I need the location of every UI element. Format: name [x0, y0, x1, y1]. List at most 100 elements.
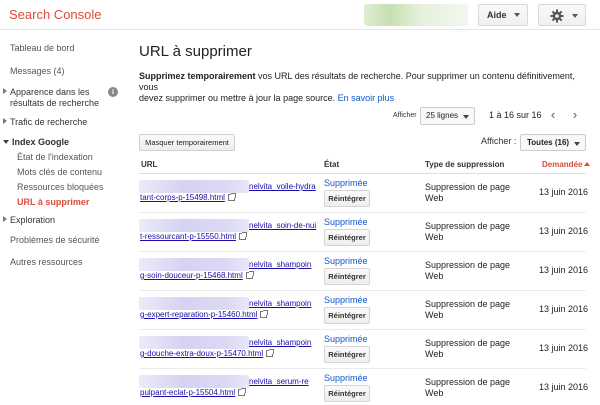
url-link-text: pulpant-eclat-p-15504.html [140, 388, 236, 397]
url-link[interactable]: pulpant-eclat-p-15504.html [140, 388, 247, 397]
hide-temporarily-button[interactable]: Masquer temporairement [139, 134, 235, 151]
rows-per-page-value: 25 lignes [426, 111, 459, 120]
column-header-state[interactable]: État [324, 160, 339, 169]
sidebar-item-label: Trafic de recherche [10, 117, 88, 127]
reinstate-button[interactable]: Réintégrer [324, 190, 370, 207]
url-link[interactable]: t-ressourcant-p-15550.html [140, 232, 248, 241]
sidebar-item-content-keywords[interactable]: Mots clés de contenu [17, 167, 102, 178]
url-link[interactable]: nelvita_shampoin [249, 260, 311, 269]
url-link[interactable]: g-soin-douceur-p-15468.html [140, 271, 254, 280]
url-domain-redacted [139, 219, 249, 232]
rows-per-page-select[interactable]: 25 lignes [420, 107, 475, 125]
external-link-icon[interactable] [227, 193, 236, 201]
url-link[interactable]: nelvita_voile-hydra [249, 182, 316, 191]
requested-date: 13 juin 2016 [539, 226, 589, 236]
chevron-right-icon [3, 118, 7, 124]
chevron-down-icon [572, 14, 578, 18]
url-link[interactable]: g-douche-extra-doux-p-15470.html [140, 349, 275, 358]
url-link[interactable]: g-expert-reparation-p-15460.html [140, 310, 269, 319]
sidebar-item-search-appearance[interactable]: Apparence dans les résultats de recherch… [3, 87, 100, 109]
page-title: URL à supprimer [139, 43, 252, 60]
sidebar: Tableau de bord Messages (4) Apparence d… [0, 31, 128, 405]
state-removed: Supprimée [324, 295, 368, 305]
pagination-range: 1 à 16 sur 16 [489, 110, 542, 120]
sidebar-item-messages[interactable]: Messages (4) [10, 66, 65, 77]
removal-type: Suppression de page Web [425, 377, 511, 398]
external-link-icon[interactable] [266, 349, 275, 357]
sidebar-item-blocked-resources[interactable]: Ressources bloquées [17, 182, 104, 193]
url-link[interactable]: nelvita_shampoin [249, 338, 311, 347]
table-row: nelvita_soin-de-nui t-ressourcant-p-15550… [139, 213, 589, 252]
next-page-button[interactable]: › [568, 106, 582, 124]
settings-button[interactable] [538, 4, 586, 26]
url-link[interactable]: nelvita_shampoin [249, 299, 311, 308]
state-removed: Supprimée [324, 334, 368, 344]
info-icon[interactable]: i [108, 87, 118, 97]
column-header-url[interactable]: URL [141, 160, 157, 169]
filter-select[interactable]: Toutes (16) [520, 134, 586, 151]
external-link-icon[interactable] [260, 310, 269, 318]
chevron-right-icon [3, 216, 7, 222]
url-domain-redacted [139, 258, 249, 271]
sidebar-item-dashboard[interactable]: Tableau de bord [10, 43, 75, 54]
external-link-icon[interactable] [245, 271, 254, 279]
external-link-icon[interactable] [238, 388, 247, 396]
removal-type: Suppression de page Web [425, 260, 511, 281]
chevron-down-icon [574, 142, 580, 146]
state-removed: Supprimée [324, 256, 368, 266]
url-link[interactable]: tant-corps-p-15498.html [140, 193, 236, 202]
table-row: nelvita_shampoin g-douche-extra-doux-p-15… [139, 330, 589, 369]
removal-type: Suppression de page Web [425, 182, 511, 203]
url-link-text: t-ressourcant-p-15550.html [140, 232, 237, 241]
table-row: nelvita_voile-hydra tant-corps-p-15498.ht… [139, 174, 588, 213]
url-link[interactable]: nelvita_soin-de-nui [249, 221, 316, 230]
reinstate-button[interactable]: Réintégrer [324, 307, 370, 324]
url-link-text: g-soin-douceur-p-15468.html [140, 271, 243, 280]
url-domain-redacted [139, 180, 249, 193]
gear-icon [550, 9, 564, 23]
sidebar-item-label: Apparence dans les [10, 87, 90, 97]
url-link-text: g-expert-reparation-p-15460.html [140, 310, 258, 319]
filter-label: Afficher : [481, 136, 517, 146]
sidebar-item-label: résultats de recherche [10, 98, 100, 108]
search-console-logo[interactable]: Search Console [9, 7, 102, 22]
column-header-requested[interactable]: Demandée [542, 160, 591, 169]
chevron-right-icon [3, 88, 7, 94]
sidebar-item-search-traffic[interactable]: Trafic de recherche [3, 117, 88, 128]
column-header-label: Demandée [542, 160, 583, 169]
reinstate-button[interactable]: Réintégrer [324, 346, 370, 363]
requested-date: 13 juin 2016 [539, 265, 589, 275]
requested-date: 13 juin 2016 [539, 343, 589, 353]
reinstate-button[interactable]: Réintégrer [324, 229, 370, 246]
chevron-down-icon [514, 13, 520, 17]
sidebar-item-index-status[interactable]: État de l'indexation [17, 152, 93, 163]
requested-date: 13 juin 2016 [539, 304, 589, 314]
reinstate-button[interactable]: Réintégrer [324, 385, 370, 402]
description-bold: Supprimez temporairement [139, 71, 256, 81]
previous-page-button[interactable]: ‹ [546, 106, 560, 124]
rows-per-page-label: Afficher [393, 112, 417, 119]
column-header-type[interactable]: Type de suppression [425, 160, 504, 169]
sidebar-item-remove-urls[interactable]: URL à supprimer [17, 197, 89, 208]
removal-type: Suppression de page Web [425, 299, 511, 320]
sidebar-item-label: Exploration [10, 215, 56, 225]
sidebar-item-google-index[interactable]: Index Google [3, 137, 69, 148]
top-bar: Search Console Aide [0, 0, 600, 30]
description-text: devez supprimer ou mettre à jour la page… [139, 93, 338, 103]
help-button[interactable]: Aide [478, 4, 528, 26]
removal-type: Suppression de page Web [425, 338, 511, 359]
table-row: nelvita_shampoin g-expert-reparation-p-15… [139, 291, 589, 330]
sidebar-item-other-resources[interactable]: Autres ressources [10, 257, 83, 268]
learn-more-link[interactable]: En savoir plus [338, 93, 395, 103]
url-domain-redacted [139, 336, 249, 349]
account-selector[interactable] [364, 4, 468, 26]
reinstate-button[interactable]: Réintégrer [324, 268, 370, 285]
sidebar-item-crawl[interactable]: Exploration [3, 215, 56, 226]
sidebar-item-security-issues[interactable]: Problèmes de sécurité [10, 235, 100, 246]
url-link[interactable]: nelvita_serum-re [249, 377, 309, 386]
url-link-text: tant-corps-p-15498.html [140, 193, 225, 202]
table-row: nelvita_shampoin g-soin-douceur-p-15468.h… [139, 252, 589, 291]
state-removed: Supprimée [324, 178, 368, 188]
state-removed: Supprimée [324, 373, 368, 383]
external-link-icon[interactable] [239, 232, 248, 240]
